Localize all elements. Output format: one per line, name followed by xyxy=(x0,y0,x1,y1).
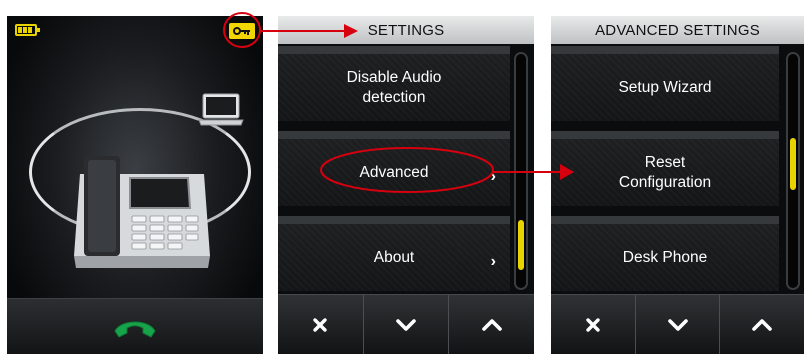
chevron-right-icon: › xyxy=(490,253,496,270)
advanced-settings-scrollbar[interactable] xyxy=(786,52,800,290)
advanced-settings-button-bar xyxy=(551,294,804,354)
menu-item-label: Advanced xyxy=(359,163,429,181)
chevron-right-icon: › xyxy=(490,168,496,185)
laptop-icon xyxy=(197,92,245,132)
menu-item-disable-audio-detection[interactable]: Disable Audio detection xyxy=(278,46,510,121)
menu-item-label: Disable Audio detection xyxy=(346,68,442,106)
advanced-settings-screen: ADVANCED SETTINGS Setup Wizard Reset Con… xyxy=(551,16,804,354)
scroll-down-button[interactable] xyxy=(364,295,450,354)
home-screen xyxy=(7,16,263,354)
close-button[interactable] xyxy=(551,295,636,354)
close-button[interactable] xyxy=(278,295,364,354)
battery-full-icon xyxy=(15,24,40,36)
settings-screen: SETTINGS Disable Audio detection Advance… xyxy=(278,16,534,354)
chevron-down-icon xyxy=(667,318,688,331)
chevron-up-icon xyxy=(481,318,502,331)
menu-item-about[interactable]: About › xyxy=(278,216,510,291)
close-icon xyxy=(586,317,600,332)
menu-item-reset-configuration[interactable]: Reset Configuration xyxy=(551,131,779,206)
home-bottom-bar xyxy=(7,298,263,354)
menu-item-label: Desk Phone xyxy=(622,248,708,266)
menu-item-desk-phone[interactable]: Desk Phone xyxy=(551,216,779,291)
menu-item-label: About xyxy=(373,248,415,266)
phone-handset-icon[interactable] xyxy=(111,317,159,343)
menu-item-label: Setup Wizard xyxy=(618,78,712,96)
scrollbar-thumb[interactable] xyxy=(518,220,524,270)
scroll-up-button[interactable] xyxy=(449,295,534,354)
settings-title: SETTINGS xyxy=(278,16,534,44)
chevron-up-icon xyxy=(752,318,772,331)
close-icon xyxy=(313,317,328,332)
key-icon[interactable] xyxy=(229,23,255,39)
scroll-up-button[interactable] xyxy=(720,295,804,354)
menu-item-advanced[interactable]: Advanced › xyxy=(278,131,510,206)
scroll-down-button[interactable] xyxy=(636,295,721,354)
settings-button-bar xyxy=(278,294,534,354)
menu-item-setup-wizard[interactable]: Setup Wizard xyxy=(551,46,779,121)
chevron-down-icon xyxy=(396,318,416,331)
settings-scrollbar[interactable] xyxy=(514,52,528,290)
menu-item-label: Reset Configuration xyxy=(618,153,712,191)
scrollbar-thumb[interactable] xyxy=(790,138,796,190)
advanced-settings-title: ADVANCED SETTINGS xyxy=(551,16,804,44)
desk-phone-icon xyxy=(62,146,212,280)
